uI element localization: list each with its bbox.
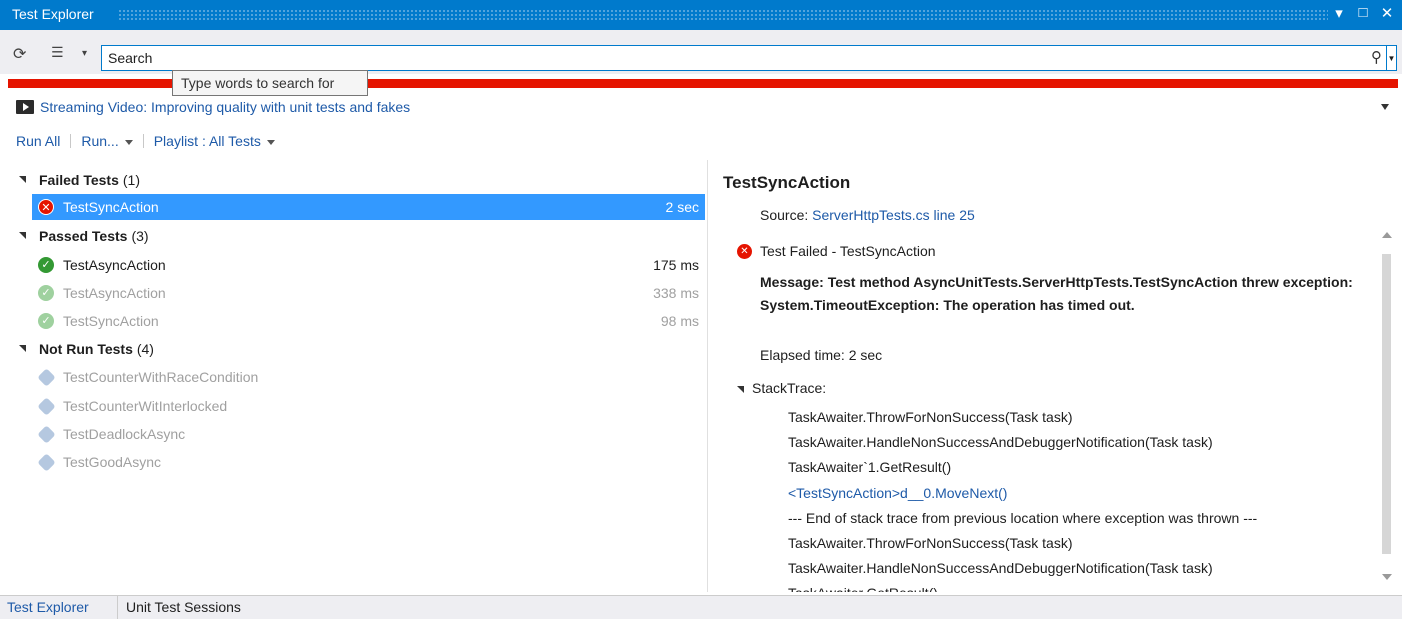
- test-row[interactable]: ✕ TestSyncAction 2 sec: [32, 194, 705, 220]
- test-row[interactable]: TestCounterWitInterlocked: [32, 393, 705, 419]
- error-message-line: Message: Test method AsyncUnitTests.Serv…: [760, 274, 1353, 290]
- group-not-run-tests[interactable]: Not Run Tests (4): [8, 336, 705, 362]
- separator: [117, 596, 118, 619]
- stack-frame: TaskAwaiter.ThrowForNonSuccess(Task task…: [788, 535, 1073, 552]
- stack-frame: TaskAwaiter.ThrowForNonSuccess(Task task…: [788, 409, 1073, 425]
- expand-icon[interactable]: [737, 385, 744, 393]
- run-refresh-icon[interactable]: ⟳: [13, 44, 26, 64]
- maximize-icon[interactable]: □: [1356, 4, 1370, 22]
- scroll-down-icon[interactable]: [1382, 574, 1392, 580]
- window-title: Test Explorer: [12, 6, 94, 22]
- test-name: TestGoodAsync: [63, 454, 162, 470]
- test-row[interactable]: ✓ TestAsyncAction 338 ms: [32, 280, 705, 306]
- test-name: TestDeadlockAsync: [63, 426, 186, 442]
- group-label: Passed Tests (3): [39, 228, 149, 244]
- not-run-icon: [37, 425, 56, 444]
- stack-frame-link[interactable]: <TestSyncAction>d__0.MoveNext(): [788, 481, 1257, 506]
- test-duration: 98 ms: [660, 313, 699, 329]
- search-tooltip: Type words to search for: [172, 70, 368, 96]
- test-duration: 175 ms: [653, 257, 699, 273]
- test-row[interactable]: ✓ TestSyncAction 98 ms: [32, 308, 705, 334]
- video-icon: [16, 100, 34, 114]
- stack-frame: --- End of stack trace from previous loc…: [788, 509, 1258, 526]
- window-menu-icon[interactable]: ▾: [1332, 4, 1346, 22]
- test-row[interactable]: TestCounterWithRaceCondition: [32, 364, 705, 390]
- scroll-thumb[interactable]: [1382, 254, 1391, 554]
- separator: [142, 134, 144, 148]
- test-duration: 2 sec: [665, 199, 699, 215]
- exception-line: System.TimeoutException: The operation h…: [760, 297, 1135, 313]
- search-options-dropdown[interactable]: ▼: [1387, 45, 1397, 71]
- group-failed-tests[interactable]: Failed Tests (1): [8, 167, 705, 193]
- not-run-icon: [37, 368, 56, 387]
- stack-frame: TaskAwaiter.GetResult(): [788, 581, 1257, 592]
- command-bar: Run All Run... Playlist : All Tests: [16, 133, 275, 149]
- failed-icon: ✕: [38, 199, 54, 215]
- stack-frame: TaskAwaiter.HandleNonSuccessAndDebuggerN…: [788, 560, 1213, 577]
- elapsed-time: Elapsed time: 2 sec: [760, 347, 883, 363]
- source-label: Source:: [760, 207, 809, 223]
- chevron-down-icon: [266, 139, 275, 145]
- stacktrace-label: StackTrace:: [752, 380, 827, 396]
- tab-test-explorer[interactable]: Test Explorer: [7, 599, 89, 615]
- collapse-caret-icon[interactable]: [1381, 104, 1389, 110]
- test-name: TestCounterWithRaceCondition: [63, 369, 259, 385]
- test-status-line: ✕ Test Failed - TestSyncAction: [737, 243, 936, 259]
- passed-icon: ✓: [38, 285, 54, 301]
- failed-icon: ✕: [737, 244, 752, 259]
- passed-icon: ✓: [38, 313, 54, 329]
- not-run-icon: [37, 453, 56, 472]
- title-grip[interactable]: [118, 9, 1328, 21]
- separator: [70, 134, 72, 148]
- test-row[interactable]: TestDeadlockAsync: [32, 421, 705, 447]
- test-name: TestSyncAction: [63, 199, 159, 215]
- test-name: TestCounterWitInterlocked: [63, 398, 228, 414]
- stack-frame: TaskAwaiter`1.GetResult(): [788, 459, 952, 476]
- source-link[interactable]: ServerHttpTests.cs line 25: [812, 207, 975, 223]
- group-label: Failed Tests (1): [39, 172, 141, 188]
- test-row[interactable]: TestGoodAsync: [32, 449, 705, 475]
- streaming-video-link[interactable]: Streaming Video: Improving quality with …: [40, 99, 410, 115]
- window-controls: ▾ □ ✕: [1332, 4, 1394, 22]
- bottom-tabs: Test Explorer Unit Test Sessions: [0, 595, 1402, 619]
- test-detail-pane: TestSyncAction Source: ServerHttpTests.c…: [708, 160, 1402, 592]
- close-icon[interactable]: ✕: [1380, 4, 1394, 22]
- test-name: TestAsyncAction: [63, 285, 166, 301]
- run-dropdown[interactable]: Run...: [81, 133, 133, 149]
- chevron-down-icon: [124, 139, 133, 145]
- group-passed-tests[interactable]: Passed Tests (3): [8, 223, 705, 249]
- source-line: Source: ServerHttpTests.cs line 25: [760, 207, 975, 223]
- streaming-video-row: Streaming Video: Improving quality with …: [16, 99, 410, 115]
- group-by-dropdown-icon[interactable]: ▾: [82, 48, 87, 59]
- test-status-text: Test Failed - TestSyncAction: [760, 243, 936, 259]
- test-row[interactable]: ✓ TestAsyncAction 175 ms: [32, 252, 705, 278]
- test-name: TestSyncAction: [63, 313, 159, 329]
- stacktrace-header[interactable]: StackTrace:: [737, 380, 826, 396]
- group-label: Not Run Tests (4): [39, 341, 154, 357]
- expand-icon[interactable]: [19, 232, 26, 239]
- search-input[interactable]: [108, 49, 1338, 67]
- tab-unit-test-sessions[interactable]: Unit Test Sessions: [126, 599, 241, 615]
- group-by-icon[interactable]: ☰: [51, 44, 64, 61]
- test-list: Failed Tests (1) ✕ TestSyncAction 2 sec P…: [8, 160, 705, 592]
- test-duration: 338 ms: [653, 285, 699, 301]
- passed-icon: ✓: [38, 257, 54, 273]
- not-run-icon: [37, 397, 56, 416]
- stacktrace-frames: TaskAwaiter.ThrowForNonSuccess(Task task…: [788, 405, 1257, 592]
- run-all-link[interactable]: Run All: [16, 133, 60, 149]
- stack-frame: TaskAwaiter.HandleNonSuccessAndDebuggerN…: [788, 434, 1213, 451]
- test-name: TestAsyncAction: [63, 257, 166, 273]
- detail-scrollbar[interactable]: [1380, 232, 1394, 588]
- expand-icon[interactable]: [19, 345, 26, 352]
- run-label: Run...: [81, 133, 119, 149]
- search-icon[interactable]: ⚲: [1371, 48, 1382, 66]
- playlist-label: Playlist : All Tests: [153, 133, 261, 149]
- playlist-dropdown[interactable]: Playlist : All Tests: [154, 133, 275, 149]
- search-box[interactable]: ⚲: [101, 45, 1387, 71]
- error-message: Message: Test method AsyncUnitTests.Serv…: [760, 271, 1375, 317]
- title-bar: Test Explorer ▾ □ ✕: [0, 0, 1402, 30]
- detail-title: TestSyncAction: [723, 173, 851, 192]
- expand-icon[interactable]: [19, 176, 26, 183]
- scroll-up-icon[interactable]: [1382, 232, 1392, 238]
